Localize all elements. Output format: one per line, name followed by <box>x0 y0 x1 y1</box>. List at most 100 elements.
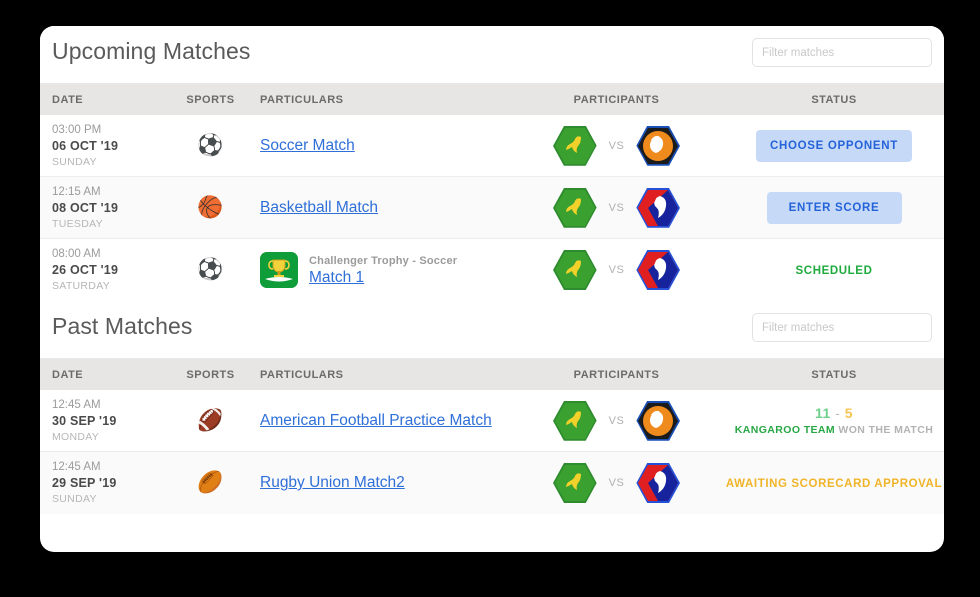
column-header-status: STATUS <box>724 369 944 381</box>
participants-cell: VS <box>509 399 724 443</box>
match-date: 26 OCT '19 <box>52 262 173 279</box>
kangaroo-avatar-svg <box>553 124 597 168</box>
particulars-cell: American Football Practice Match <box>248 412 509 430</box>
column-header-date: DATE <box>40 94 173 106</box>
score-team-a: 11 <box>815 405 831 421</box>
table-row[interactable]: 12:15 AM 08 OCT '19 TUESDAY 🏀 Basketball… <box>40 177 944 239</box>
particulars-cell: Challenger Trophy - Soccer Match 1 <box>248 252 509 288</box>
lion-avatar-svg <box>636 124 680 168</box>
past-filter-input[interactable] <box>752 313 932 342</box>
winner-line: KANGAROO TEAM WON THE MATCH <box>724 422 944 438</box>
winner-team-name: KANGAROO TEAM <box>735 424 835 436</box>
table-row[interactable]: 12:45 AM 30 SEP '19 MONDAY 🏈 American Fo… <box>40 390 944 452</box>
participants-cell: VS <box>509 186 724 230</box>
column-header-participants: PARTICIPANTS <box>509 94 724 106</box>
trophy-badge-icon <box>260 252 298 288</box>
match-score: 11 - 5 <box>724 404 944 422</box>
sport-cell: 🏀 <box>173 197 248 219</box>
score-separator: - <box>835 405 840 421</box>
column-header-sports: SPORTS <box>173 94 248 106</box>
status-badge: SCHEDULED <box>796 265 873 277</box>
score-team-b: 5 <box>845 405 853 421</box>
vs-label: VS <box>609 264 625 276</box>
lion-team-avatar[interactable] <box>636 399 680 443</box>
upcoming-filter-input[interactable] <box>752 38 932 67</box>
status-badge: AWAITING SCORECARD APPROVAL <box>726 478 942 490</box>
status-cell: CHOOSE OPPONENT <box>724 130 944 162</box>
horse-avatar-svg <box>636 248 680 292</box>
match-date-cell: 08:00 AM 26 OCT '19 SATURDAY <box>40 247 173 293</box>
horse-avatar-svg <box>636 461 680 505</box>
horse-avatar-svg <box>636 186 680 230</box>
vs-label: VS <box>609 140 625 152</box>
kangaroo-team-avatar[interactable] <box>553 248 597 292</box>
participants-cell: VS <box>509 124 724 168</box>
lion-team-avatar[interactable] <box>636 124 680 168</box>
participants-cell: VS <box>509 461 724 505</box>
column-header-status: STATUS <box>724 94 944 106</box>
kangaroo-team-avatar[interactable] <box>553 399 597 443</box>
column-header-date: DATE <box>40 369 173 381</box>
upcoming-section-header: Upcoming Matches <box>40 26 944 84</box>
status-cell: AWAITING SCORECARD APPROVAL <box>724 474 944 492</box>
horse-team-avatar[interactable] <box>636 186 680 230</box>
column-header-particulars: PARTICULARS <box>248 94 509 106</box>
soccer-ball-icon: ⚽ <box>197 258 223 281</box>
kangaroo-team-avatar[interactable] <box>553 124 597 168</box>
american-football-helmet-icon: 🏈 <box>197 409 223 432</box>
match-date-cell: 12:45 AM 30 SEP '19 MONDAY <box>40 398 173 444</box>
horse-team-avatar[interactable] <box>636 461 680 505</box>
match-weekday: SUNDAY <box>52 155 173 169</box>
match-title-link[interactable]: Basketball Match <box>260 199 378 217</box>
match-time: 08:00 AM <box>52 247 173 262</box>
vs-label: VS <box>609 477 625 489</box>
kangaroo-team-avatar[interactable] <box>553 461 597 505</box>
particulars-cell: Soccer Match <box>248 137 509 155</box>
match-time: 12:45 AM <box>52 398 173 413</box>
match-title-link[interactable]: American Football Practice Match <box>260 412 492 430</box>
trophy-icon-svg <box>260 252 298 288</box>
table-row[interactable]: 12:45 AM 29 SEP '19 SUNDAY 🏉 Rugby Union… <box>40 452 944 514</box>
rugby-ball-icon: 🏉 <box>197 471 223 494</box>
kangaroo-avatar-svg <box>553 248 597 292</box>
vs-label: VS <box>609 415 625 427</box>
choose-opponent-button[interactable]: CHOOSE OPPONENT <box>756 130 912 162</box>
lion-avatar-svg <box>636 399 680 443</box>
match-title-link[interactable]: Match 1 <box>309 269 457 287</box>
match-date: 08 OCT '19 <box>52 200 173 217</box>
matches-card: Upcoming Matches DATE SPORTS PARTICULARS… <box>40 26 944 552</box>
horse-team-avatar[interactable] <box>636 248 680 292</box>
kangaroo-avatar-svg <box>553 399 597 443</box>
match-weekday: TUESDAY <box>52 217 173 231</box>
past-matches-title: Past Matches <box>52 313 193 340</box>
match-weekday: SATURDAY <box>52 279 173 293</box>
sport-cell: 🏉 <box>173 472 248 494</box>
match-weekday: SUNDAY <box>52 492 173 506</box>
winner-text: WON THE MATCH <box>838 424 933 436</box>
particulars-cell: Basketball Match <box>248 199 509 217</box>
page-title: Upcoming Matches <box>52 38 250 65</box>
past-table-header: DATE SPORTS PARTICULARS PARTICIPANTS STA… <box>40 359 944 390</box>
match-title-link[interactable]: Rugby Union Match2 <box>260 474 405 492</box>
tournament-name: Challenger Trophy - Soccer <box>309 254 457 269</box>
kangaroo-team-avatar[interactable] <box>553 186 597 230</box>
screen-background: Upcoming Matches DATE SPORTS PARTICULARS… <box>0 0 980 597</box>
table-row[interactable]: 03:00 PM 06 OCT '19 SUNDAY ⚽ Soccer Matc… <box>40 115 944 177</box>
table-row[interactable]: 08:00 AM 26 OCT '19 SATURDAY ⚽ <box>40 239 944 301</box>
soccer-ball-icon: ⚽ <box>197 134 223 157</box>
vs-label: VS <box>609 202 625 214</box>
enter-score-button[interactable]: ENTER SCORE <box>767 192 902 224</box>
match-weekday: MONDAY <box>52 430 173 444</box>
sport-cell: ⚽ <box>173 259 248 281</box>
past-section-header: Past Matches <box>40 301 944 359</box>
sport-cell: ⚽ <box>173 135 248 157</box>
column-header-participants: PARTICIPANTS <box>509 369 724 381</box>
match-date: 30 SEP '19 <box>52 413 173 430</box>
basketball-icon: 🏀 <box>197 196 223 219</box>
status-cell: 11 - 5 KANGAROO TEAM WON THE MATCH <box>724 404 944 438</box>
match-time: 12:45 AM <box>52 460 173 475</box>
match-time: 12:15 AM <box>52 185 173 200</box>
sport-cell: 🏈 <box>173 410 248 432</box>
match-date-cell: 12:45 AM 29 SEP '19 SUNDAY <box>40 460 173 506</box>
match-title-link[interactable]: Soccer Match <box>260 137 355 155</box>
